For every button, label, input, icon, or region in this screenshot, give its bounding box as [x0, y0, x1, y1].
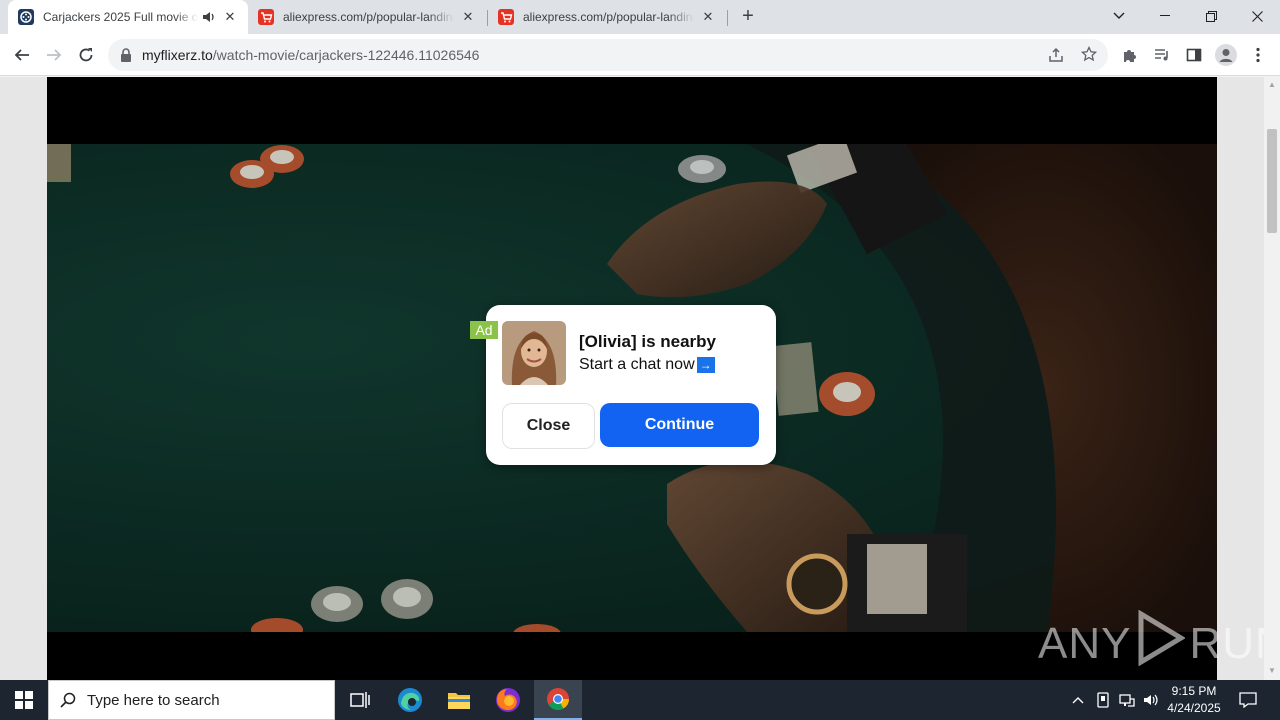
- firefox-icon[interactable]: [484, 680, 532, 720]
- taskbar-search-box[interactable]: Type here to search: [48, 680, 335, 720]
- ad-popup[interactable]: [Olivia] is nearby Start a chat now → Cl…: [486, 305, 776, 465]
- windows-start-icon[interactable]: [0, 680, 48, 720]
- new-tab-button[interactable]: +: [738, 6, 758, 27]
- profile-avatar-icon[interactable]: [1214, 43, 1238, 67]
- show-hidden-icons-chevron-icon[interactable]: [1068, 680, 1088, 720]
- close-tab-icon[interactable]: ✕: [700, 9, 716, 25]
- clock-date: 4/24/2025: [1167, 701, 1221, 715]
- tab-carjackers[interactable]: Carjackers 2025 Full movie online ✕: [8, 0, 248, 34]
- extensions-puzzle-icon[interactable]: [1118, 43, 1142, 67]
- bookmark-star-icon[interactable]: [1080, 45, 1098, 67]
- url-text[interactable]: myflixerz.to/watch-movie/carjackers-1224…: [142, 47, 479, 63]
- tab-aliexpress-2[interactable]: aliexpress.com/p/popular-landing ✕: [488, 0, 726, 34]
- edge-browser-icon[interactable]: [386, 680, 434, 720]
- clock-time: 9:15 PM: [1171, 684, 1217, 698]
- lock-icon[interactable]: [120, 48, 132, 62]
- tab-title: aliexpress.com/p/popular-landing: [283, 10, 454, 24]
- watermark-right: RUN: [1189, 618, 1264, 668]
- browser-toolbar: myflixerz.to/watch-movie/carjackers-1224…: [0, 34, 1280, 76]
- volume-icon[interactable]: [1140, 680, 1162, 720]
- ad-badge: Ad: [470, 321, 498, 339]
- ad-title: [Olivia] is nearby: [579, 332, 716, 351]
- tab-search-chevron-icon[interactable]: [1096, 0, 1142, 32]
- watermark-left: ANY: [1038, 618, 1132, 668]
- url-host: myflixerz.to: [142, 47, 213, 63]
- film-reel-icon: [18, 9, 34, 25]
- tab-strip: Carjackers 2025 Full movie online ✕ alie…: [0, 0, 1280, 34]
- play-triangle-icon: [1135, 609, 1187, 677]
- file-explorer-icon[interactable]: [435, 680, 483, 720]
- continue-button[interactable]: Continue: [600, 403, 759, 447]
- device-icon[interactable]: [1092, 680, 1114, 720]
- scroll-up-arrow-icon[interactable]: ▲: [1268, 81, 1276, 89]
- tab-separator: [727, 10, 728, 26]
- system-clock[interactable]: 9:15 PM 4/24/2025: [1160, 683, 1228, 717]
- address-bar[interactable]: myflixerz.to/watch-movie/carjackers-1224…: [108, 39, 1108, 71]
- windows-taskbar: Type here to search 9:15 PM 4/24/2025: [0, 680, 1280, 720]
- close-button[interactable]: Close: [502, 403, 595, 449]
- aliexpress-cart-icon: [258, 9, 274, 25]
- ad-subtitle-text: Start a chat now: [579, 356, 695, 373]
- search-icon: [49, 692, 87, 708]
- search-placeholder: Type here to search: [87, 691, 220, 709]
- right-arrow-icon: →: [696, 357, 715, 373]
- url-path: /watch-movie/carjackers-122446.11026546: [212, 47, 480, 63]
- close-tab-icon[interactable]: ✕: [460, 9, 476, 25]
- close-tab-icon[interactable]: ✕: [222, 9, 238, 25]
- close-window-button[interactable]: [1234, 0, 1280, 32]
- network-icon[interactable]: [1116, 680, 1138, 720]
- scroll-down-arrow-icon[interactable]: ▼: [1268, 667, 1276, 675]
- media-control-icon[interactable]: [1150, 43, 1174, 67]
- reload-icon[interactable]: [74, 43, 98, 67]
- anyrun-watermark: ANY RUN: [1038, 609, 1264, 677]
- scroll-thumb[interactable]: [1267, 129, 1277, 233]
- task-view-icon[interactable]: [336, 680, 384, 720]
- notification-icon[interactable]: [1234, 680, 1262, 720]
- tab-title: Carjackers 2025 Full movie online: [43, 10, 198, 24]
- page-scrollbar[interactable]: ▲ ▼: [1264, 77, 1280, 680]
- more-menu-icon[interactable]: [1246, 43, 1270, 67]
- ad-subtitle: Start a chat now →: [579, 356, 715, 374]
- avatar: [502, 321, 566, 385]
- chrome-icon[interactable]: [534, 680, 582, 720]
- side-panel-icon[interactable]: [1182, 43, 1206, 67]
- share-icon[interactable]: [1048, 47, 1064, 68]
- speaker-icon[interactable]: [202, 10, 216, 24]
- minimize-button[interactable]: [1142, 0, 1188, 32]
- tab-title: aliexpress.com/p/popular-landing: [523, 10, 694, 24]
- restore-button[interactable]: [1188, 0, 1234, 32]
- back-arrow-icon[interactable]: [10, 43, 34, 67]
- aliexpress-cart-icon: [498, 9, 514, 25]
- tab-aliexpress-1[interactable]: aliexpress.com/p/popular-landing ✕: [248, 0, 486, 34]
- forward-arrow-icon[interactable]: [42, 43, 66, 67]
